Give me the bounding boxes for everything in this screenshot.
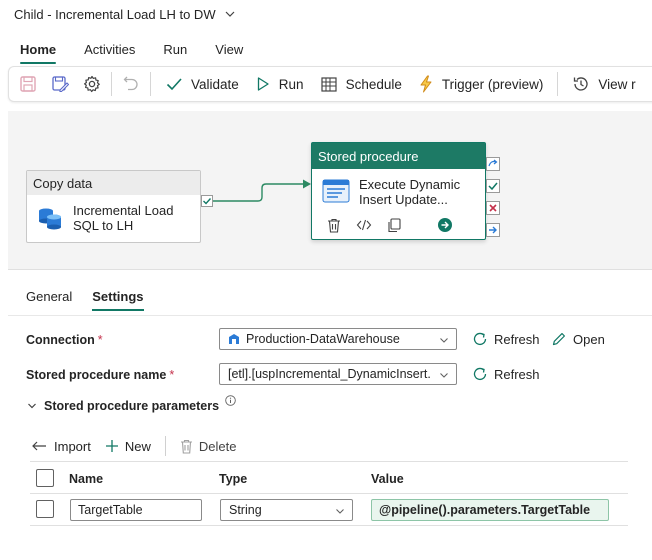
open-label: Open [573, 331, 605, 347]
connection-value: Production-DataWarehouse [246, 332, 400, 346]
import-button[interactable]: Import [30, 439, 91, 454]
connection-label: Connection * [26, 333, 103, 347]
connection-select[interactable]: Production-DataWarehouse [219, 328, 457, 350]
trash-icon [180, 439, 192, 454]
properties-tabs: General Settings [0, 285, 154, 311]
chevron-down-icon [28, 403, 36, 409]
canvas-divider [8, 269, 652, 270]
copy-data-activity-name: Incremental Load SQL to LH [73, 203, 174, 233]
warehouse-icon [228, 333, 240, 345]
properties-divider [8, 315, 652, 316]
database-icon [37, 205, 63, 234]
chevron-down-icon [336, 509, 344, 514]
stored-procedure-activity[interactable]: Stored procedure Execute Dynamic Insert … [311, 142, 486, 240]
on-skip-icon[interactable] [486, 157, 500, 171]
new-button[interactable]: New [105, 439, 151, 454]
refresh-connection-button[interactable]: Refresh [472, 331, 540, 347]
arrow-right-icon[interactable] [437, 217, 453, 233]
column-header-value: Value [371, 472, 404, 486]
grid-header-border [30, 493, 628, 494]
refresh-icon [473, 367, 487, 381]
copy-data-activity[interactable]: Copy data Incremental Load SQL to LH [26, 170, 201, 243]
sp-parameters-section[interactable]: Stored procedure parameters [26, 395, 236, 413]
copy-icon[interactable] [386, 217, 402, 233]
delete-icon[interactable] [326, 217, 342, 233]
on-fail-icon[interactable] [486, 201, 500, 215]
import-icon [32, 441, 46, 451]
refresh-sp-button[interactable]: Refresh [472, 366, 540, 382]
grid-row-border [30, 525, 628, 526]
sp-name-value: [etl].[uspIncremental_DynamicInsert... [228, 367, 432, 381]
stored-procedure-icon [322, 179, 350, 206]
import-label: Import [54, 438, 91, 454]
delete-label: Delete [198, 438, 237, 454]
tab-general[interactable]: General [0, 285, 82, 307]
stored-procedure-activity-name: Execute Dynamic Insert Update... [359, 177, 461, 207]
param-value-expression[interactable]: @pipeline().parameters.TargetTable [371, 499, 609, 521]
tab-settings[interactable]: Settings [82, 285, 153, 311]
param-name-input[interactable]: TargetTable [70, 499, 202, 521]
refresh-icon [473, 332, 487, 346]
sp-parameters-label: Stored procedure parameters [44, 399, 220, 413]
column-header-name: Name [69, 472, 104, 486]
on-success-handle-icon[interactable] [486, 179, 500, 193]
chevron-down-icon [440, 373, 448, 378]
code-icon[interactable] [356, 217, 372, 233]
column-header-type: Type [219, 472, 248, 486]
edit-icon [552, 333, 565, 346]
copy-data-header: Copy data [27, 171, 200, 195]
activity-output-handles [486, 157, 500, 245]
delete-button[interactable]: Delete [180, 438, 237, 454]
on-completion-icon[interactable] [486, 223, 500, 237]
select-all-checkbox[interactable] [36, 469, 54, 487]
new-label: New [124, 438, 151, 454]
param-type-select[interactable]: String [220, 499, 353, 521]
grid-top-border [30, 461, 628, 462]
plus-icon [105, 440, 118, 452]
param-type-value: String [229, 503, 262, 517]
row-checkbox[interactable] [36, 500, 54, 518]
open-connection-button[interactable]: Open [551, 331, 605, 347]
toolbar-divider [164, 436, 166, 456]
info-icon[interactable] [225, 395, 236, 409]
chevron-down-icon [440, 338, 448, 343]
refresh-label: Refresh [494, 331, 540, 347]
parameters-toolbar: Import New Delete [30, 435, 250, 457]
on-success-icon[interactable] [201, 195, 213, 207]
stored-procedure-header: Stored procedure [312, 143, 485, 169]
sp-name-label: Stored procedure name * [26, 368, 175, 382]
sp-name-select[interactable]: [etl].[uspIncremental_DynamicInsert... [219, 363, 457, 385]
refresh-label: Refresh [494, 366, 540, 382]
